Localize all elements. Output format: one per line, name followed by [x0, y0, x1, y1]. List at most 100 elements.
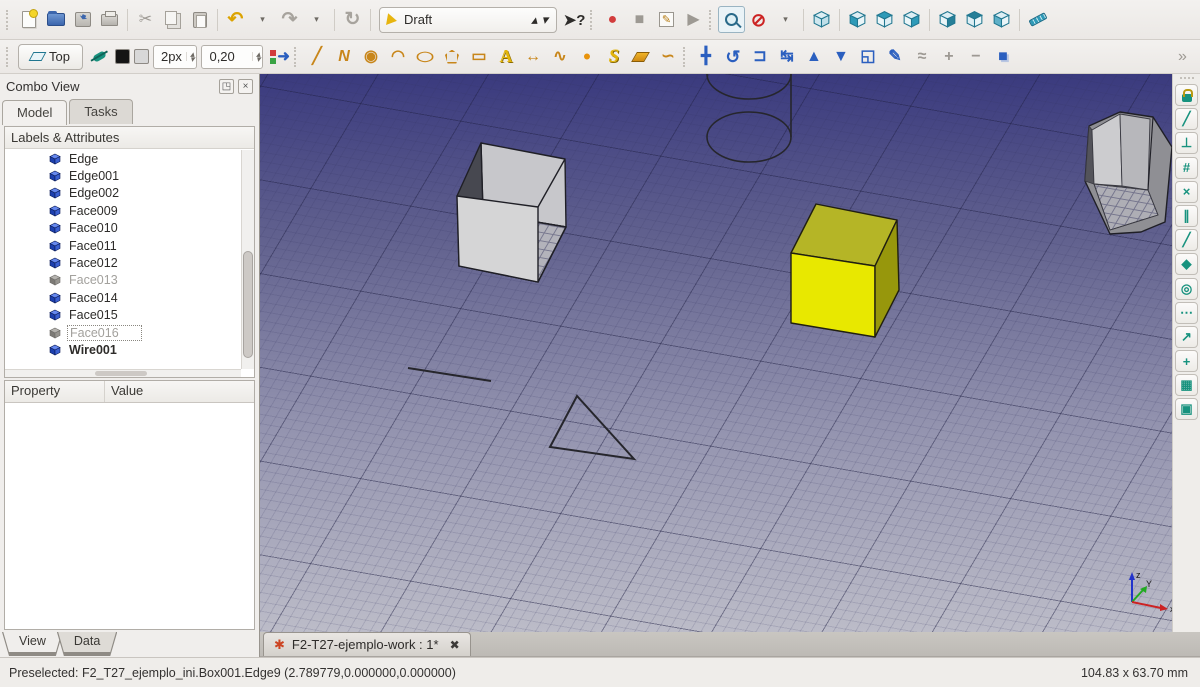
tree-item-face014[interactable]: Face014	[5, 289, 241, 306]
snap-grid-button[interactable]: #	[1175, 157, 1198, 179]
tree-item-wire001[interactable]: Wire001	[5, 341, 241, 358]
tab-data[interactable]: Data	[58, 631, 116, 652]
draft-offset-button[interactable]: ⊐	[746, 43, 773, 70]
toolbar-drag-handle[interactable]	[6, 47, 11, 67]
draft-downgrade-button[interactable]: ▼	[827, 43, 854, 70]
document-close-icon[interactable]: ✖	[450, 638, 460, 652]
tree-item-edge001[interactable]: Edge001	[5, 167, 241, 184]
fit-all-button[interactable]	[718, 6, 745, 33]
draft-bspline-button[interactable]: ∿	[546, 43, 573, 70]
document-tab[interactable]: ✱ F2-T27-ejemplo-work : 1* ✖	[263, 632, 471, 656]
draft-move-button[interactable]: ╋	[692, 43, 719, 70]
yellow-cube[interactable]	[791, 204, 899, 337]
3d-viewport[interactable]: z Y x	[260, 74, 1172, 632]
draft-shapestring-button[interactable]: S	[600, 43, 627, 70]
scrollbar-thumb[interactable]	[95, 371, 147, 376]
view-front-button[interactable]	[844, 6, 871, 33]
panel-close-button[interactable]: ×	[238, 79, 253, 94]
delete-point-button[interactable]: −	[962, 43, 989, 70]
apply-style-button[interactable]: ➜	[265, 43, 292, 70]
snap-special-button[interactable]: ◆	[1175, 253, 1198, 275]
snap-lock-button[interactable]	[1175, 84, 1198, 106]
tree-horizontal-scrollbar[interactable]	[5, 369, 241, 377]
undo-dropdown[interactable]: ▾	[249, 6, 276, 33]
snap-near-button[interactable]: ↗	[1175, 326, 1198, 348]
open-gray-box-left[interactable]	[457, 143, 566, 282]
draft-to-sketch-button[interactable]: ■	[989, 43, 1016, 70]
restrict-working-plane-button[interactable]: ▣	[1175, 398, 1198, 420]
scale-spinbox[interactable]: 0,20 ▴▾	[201, 45, 263, 69]
measure-distance-button[interactable]	[1024, 6, 1051, 33]
draft-polygon-button[interactable]	[438, 43, 465, 70]
tree-item-edge002[interactable]: Edge002	[5, 185, 241, 202]
line-width-spinbox[interactable]: 2px ▴▾	[153, 45, 198, 69]
tree-item-face010[interactable]: Face010	[5, 220, 241, 237]
draft-rotate-button[interactable]: ↺	[719, 43, 746, 70]
view-rear-button[interactable]	[934, 6, 961, 33]
snap-dimensions-button[interactable]: ⋯	[1175, 302, 1198, 324]
print-button[interactable]	[96, 6, 123, 33]
redo-dropdown[interactable]: ▾	[303, 6, 330, 33]
panel-float-button[interactable]: ◳	[219, 79, 234, 94]
draft-arc-button[interactable]: ◠	[384, 43, 411, 70]
tree-item-face015[interactable]: Face015	[5, 307, 241, 324]
draft-edit-button[interactable]: ✎	[881, 43, 908, 70]
snap-intersection-button[interactable]: ×	[1175, 181, 1198, 203]
whats-this-button[interactable]: ➤?	[561, 6, 588, 33]
value-column-header[interactable]: Value	[105, 381, 254, 402]
draft-bezier-button[interactable]: ∽	[654, 43, 681, 70]
snap-parallel-button[interactable]: ∥	[1175, 205, 1198, 227]
tree-item-face009[interactable]: Face009	[5, 202, 241, 219]
line-color-swatch[interactable]	[115, 49, 130, 64]
draft-line-object[interactable]	[408, 368, 491, 381]
view-bottom-button[interactable]	[961, 6, 988, 33]
draft-facebinder-button[interactable]	[627, 43, 654, 70]
wire-to-bspline-button[interactable]: ≈	[908, 43, 935, 70]
spinner-arrows[interactable]: ▴▾	[186, 52, 195, 62]
refresh-button[interactable]: ↻	[339, 6, 366, 33]
tree-item-face013[interactable]: Face013	[5, 272, 241, 289]
tree-item-face012[interactable]: Face012	[5, 254, 241, 271]
draft-scale-button[interactable]: ◱	[854, 43, 881, 70]
snap-center-button[interactable]: ◎	[1175, 278, 1198, 300]
draft-text-button[interactable]: A	[492, 43, 519, 70]
draft-rectangle-button[interactable]: ▭	[465, 43, 492, 70]
copy-button[interactable]	[159, 6, 186, 33]
redo-button[interactable]: ↷	[276, 6, 303, 33]
view-right-button[interactable]	[898, 6, 925, 33]
draft-ellipse-button[interactable]: ◯	[411, 43, 438, 70]
tree-item-face016[interactable]: Face016	[5, 324, 241, 341]
snap-endpoint-button[interactable]: ╱	[1175, 108, 1198, 130]
draft-circle-button[interactable]: ◉	[357, 43, 384, 70]
view-axonometric-button[interactable]	[808, 6, 835, 33]
toolbar-drag-handle[interactable]	[6, 10, 11, 30]
toolbar-drag-handle[interactable]	[1180, 77, 1194, 81]
open-gray-box-right[interactable]	[1085, 112, 1172, 234]
macro-record-button[interactable]: ●	[599, 6, 626, 33]
snap-perpendicular-button[interactable]: ⊥	[1175, 132, 1198, 154]
draft-trim-button[interactable]: ↹	[773, 43, 800, 70]
wireframe-cylinder[interactable]	[707, 74, 791, 162]
toolbar-overflow-button[interactable]: »	[1169, 43, 1196, 70]
cut-button[interactable]: ✂	[132, 6, 159, 33]
view-left-button[interactable]	[988, 6, 1015, 33]
save-button[interactable]	[69, 6, 96, 33]
workbench-selector[interactable]: Draft ▴▾	[379, 7, 557, 33]
toolbar-drag-handle[interactable]	[683, 47, 688, 67]
undo-button[interactable]: ↶	[222, 6, 249, 33]
property-column-header[interactable]: Property	[5, 381, 105, 402]
toolbar-drag-handle[interactable]	[709, 10, 714, 30]
tab-view[interactable]: View	[3, 631, 62, 652]
draft-triangle-object[interactable]	[550, 396, 634, 459]
draft-wire-button[interactable]: N	[330, 43, 357, 70]
add-point-button[interactable]: +	[935, 43, 962, 70]
draw-style-dropdown[interactable]: ▾	[772, 6, 799, 33]
draw-style-button[interactable]: ⊘	[745, 6, 772, 33]
paste-button[interactable]	[186, 6, 213, 33]
draft-dimension-button[interactable]: ↔	[519, 43, 546, 70]
tab-model[interactable]: Model	[2, 100, 67, 125]
open-document-button[interactable]	[42, 6, 69, 33]
working-plane-button[interactable]: Top	[18, 44, 83, 70]
draft-upgrade-button[interactable]: ▲	[800, 43, 827, 70]
tree-item-face011[interactable]: Face011	[5, 237, 241, 254]
